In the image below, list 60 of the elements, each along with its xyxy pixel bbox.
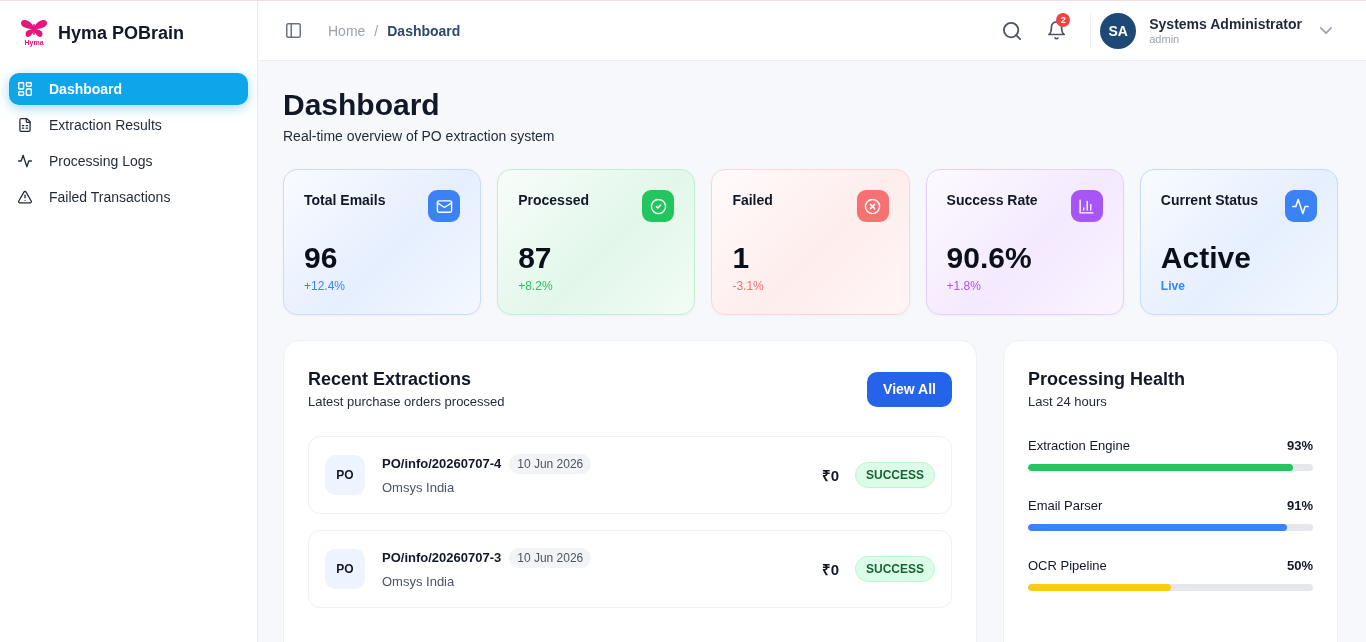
- extraction-row[interactable]: PO PO/info/20260707-4 10 Jun 2026 Omsys India ₹0 SUCCESS: [308, 436, 952, 514]
- metric-label: Extraction Engine: [1028, 437, 1130, 455]
- po-number: PO/info/20260707-3: [382, 550, 502, 565]
- date-tag: 10 Jun 2026: [509, 453, 592, 474]
- document-type-badge: PO: [325, 455, 365, 495]
- metric-reading: 93%: [1286, 437, 1313, 455]
- grid-icon: [18, 82, 32, 96]
- stat-label: Current Status: [1160, 191, 1259, 210]
- stat-value: 90.6%: [946, 240, 1033, 276]
- stat-value: Active: [1160, 240, 1252, 276]
- stat-change: -3.1%: [732, 278, 765, 294]
- stat-label: Success Rate: [946, 191, 1038, 210]
- stat-value: 87: [518, 240, 553, 276]
- view-all-button[interactable]: View All: [867, 371, 952, 407]
- amount: ₹0: [821, 560, 839, 579]
- page-title: Dashboard: [283, 87, 441, 123]
- page-subtitle: Real-time overview of PO extraction system: [283, 127, 556, 145]
- pulse-icon: [18, 154, 32, 168]
- stat-label: Processed: [518, 191, 589, 210]
- metric-reading: 91%: [1286, 497, 1313, 515]
- breadcrumb-separator: /: [374, 22, 379, 39]
- metric-reading: 50%: [1286, 557, 1313, 575]
- warning-icon: [18, 190, 32, 204]
- status-tag: SUCCESS: [855, 462, 935, 488]
- card-title: Processing Health: [1028, 368, 1187, 391]
- card-subtitle: Last 24 hours: [1028, 393, 1108, 411]
- company-name: Omsys India: [382, 572, 456, 591]
- stat-change: Live: [1160, 278, 1186, 294]
- stat-change: +1.8%: [946, 278, 982, 294]
- stat-value: 1: [732, 240, 751, 276]
- user-name: Systems Administrator: [1149, 15, 1302, 33]
- stat-label: Failed: [732, 191, 773, 210]
- card-subtitle: Latest purchase orders processed: [308, 393, 505, 411]
- spreadsheet-icon: [18, 118, 32, 132]
- user-role: admin: [1149, 32, 1181, 46]
- stat-value: 96: [304, 240, 339, 276]
- status-tag: SUCCESS: [855, 556, 935, 582]
- user-avatar: SA: [1100, 12, 1137, 49]
- notification-count: 2: [1056, 13, 1071, 27]
- po-number: PO/info/20260707-4: [382, 456, 502, 471]
- metric-label: Email Parser: [1028, 497, 1103, 515]
- metric-label: OCR Pipeline: [1028, 557, 1107, 575]
- stat-change: +8.2%: [518, 278, 554, 294]
- sidebar-toggle-icon[interactable]: [286, 23, 301, 38]
- sidebar-item[interactable]: Extraction Results: [9, 109, 248, 141]
- company-name: Omsys India: [382, 478, 456, 497]
- sidebar-item[interactable]: Processing Logs: [9, 145, 248, 177]
- search-icon[interactable]: [1003, 21, 1022, 40]
- stat-change: +12.4%: [304, 278, 347, 294]
- extraction-row[interactable]: PO PO/info/20260707-3 10 Jun 2026 Omsys India ₹0 SUCCESS: [308, 530, 952, 608]
- bell-icon[interactable]: [1048, 21, 1066, 40]
- date-tag: 10 Jun 2026: [509, 547, 592, 568]
- sidebar-item[interactable]: Failed Transactions: [9, 181, 248, 213]
- butterfly-icon: [21, 19, 47, 39]
- stat-label: Total Emails: [304, 191, 386, 210]
- amount: ₹0: [821, 466, 839, 485]
- card-title: Recent Extractions: [308, 368, 473, 391]
- breadcrumb-item: Dashboard: [387, 22, 461, 39]
- document-type-badge: PO: [325, 549, 365, 589]
- app-name: Hyma POBrain: [58, 22, 185, 44]
